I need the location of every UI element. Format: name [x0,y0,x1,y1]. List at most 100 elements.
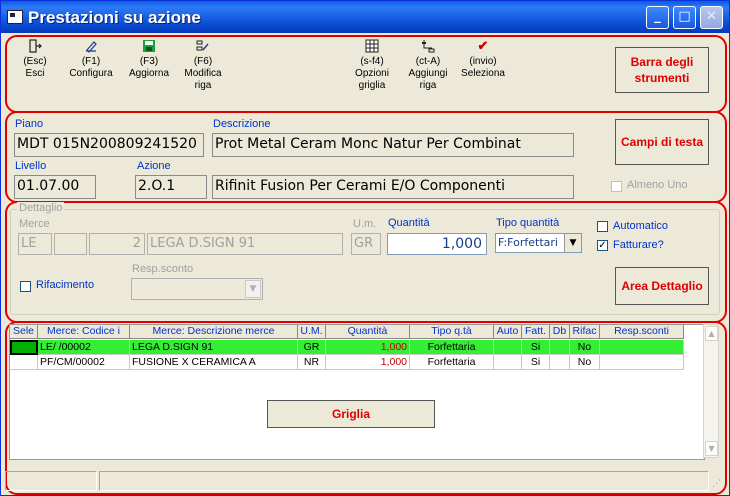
toolbar-add-row-button[interactable]: (ct-A) Aggiungi riga [401,39,455,92]
db-cell[interactable] [550,340,570,355]
tipo-cell[interactable]: Forfettaria [410,355,494,370]
tipo-quantita-select[interactable]: F:Forfettari ▼ [495,233,582,253]
azione-label: Azione [137,160,171,172]
status-bar: ⋰ [5,471,725,491]
descrizione-field[interactable]: Prot Metal Ceram Monc Natur Per Combinat [212,133,574,157]
close-button[interactable]: ✕ [700,6,723,29]
resp-cell[interactable] [600,355,684,370]
grid-vertical-scrollbar[interactable]: ▲ ▼ [703,324,719,458]
scroll-up-icon[interactable]: ▲ [705,326,718,341]
quantita-cell[interactable]: 1,000 [326,355,410,370]
resize-grip-icon[interactable]: ⋰ [712,479,721,489]
app-window-icon [7,10,23,24]
fatt-cell[interactable]: Si [522,355,550,370]
codice-cell[interactable]: LE/ /00002 [38,340,130,355]
um-field[interactable]: GR [351,233,381,255]
automatico-checkbox[interactable] [597,221,608,232]
resp-cell[interactable] [600,340,684,355]
tipo-cell[interactable]: Forfettaria [410,340,494,355]
toolbar-item-label: Opzioni griglia [355,68,389,91]
column-header[interactable]: U.M. [298,325,326,339]
toolbar-item-label: Modifica riga [184,68,222,91]
column-header[interactable]: Rifac [570,325,600,339]
merce-label: Merce [19,218,50,230]
toolbar-item-key: (invio) [469,56,497,67]
table-row[interactable]: LE/ /00002 LEGA D.SIGN 91 GR 1,000 Forfe… [10,340,684,355]
fatturare-checkbox[interactable]: ✓ [597,240,608,251]
merce-code-1-field[interactable]: LE [18,233,52,255]
callout-toolbar: Barra degli strumenti [615,47,709,93]
piano-label: Piano [15,118,44,130]
row-selector-cell[interactable] [10,355,38,370]
table-row[interactable]: PF/CM/00002 FUSIONE X CERAMICA A NR 1,00… [10,355,684,370]
toolbar-item-label: Seleziona [461,68,505,79]
chevron-down-icon[interactable]: ▼ [564,234,581,252]
descrizione-label: Descrizione [213,118,271,130]
edit-row-icon [179,39,227,53]
db-cell[interactable] [550,355,570,370]
resp-sconto-select[interactable]: ▼ [131,278,263,300]
toolbar-exit-button[interactable]: (Esc) Esci [13,39,57,80]
livello-field[interactable]: 01.07.00 [14,175,96,199]
livello-label: Livello [15,160,47,172]
scroll-down-icon[interactable]: ▼ [705,441,718,456]
minimize-button[interactable]: _ [646,6,669,29]
status-panel [5,471,97,491]
add-row-icon [401,39,455,53]
toolbar-grid-options-button[interactable]: (s-f4) Opzioni griglia [347,39,397,92]
column-header[interactable]: Fatt. [522,325,550,339]
almeno-uno-label: Almeno Uno [627,179,688,191]
data-grid[interactable]: Sele Merce: Codice i Merce: Descrizione … [9,324,705,460]
almeno-uno-checkbox[interactable] [611,181,622,192]
column-header[interactable]: Auto [494,325,522,339]
toolbar-select-button[interactable]: ✔ (invio) Seleziona [457,39,509,80]
descrizione-cell[interactable]: LEGA D.SIGN 91 [130,340,298,355]
auto-cell[interactable] [494,355,522,370]
fatt-cell[interactable]: Si [522,340,550,355]
rifac-cell[interactable]: No [570,340,600,355]
column-header[interactable]: Db [550,325,570,339]
automatico-label: Automatico [613,220,669,232]
um-cell[interactable]: GR [298,340,326,355]
merce-code-3-field[interactable]: 2 [89,233,145,255]
toolbar-item-label: Configura [69,68,113,79]
callout-detail: Area Dettaglio [615,267,709,305]
chevron-down-icon[interactable]: ▼ [245,280,261,298]
toolbar-item-key: (ct-A) [415,56,441,67]
toolbar-configure-button[interactable]: (F1) Configura [63,39,119,80]
merce-description-field[interactable]: LEGA D.SIGN 91 [147,233,343,255]
azione-description-field[interactable]: Rifinit Fusion Per Cerami E/O Componenti [212,175,574,199]
status-panel [99,471,709,491]
tipo-quantita-label: Tipo quantità [496,217,560,229]
toolbar-save-button[interactable]: (F3) Aggiorna [123,39,175,80]
descrizione-cell[interactable]: FUSIONE X CERAMICA A [130,355,298,370]
column-header[interactable]: Tipo q.tà [410,325,494,339]
rifac-cell[interactable]: No [570,355,600,370]
rifacimento-checkbox[interactable] [20,281,31,292]
quantita-label: Quantità [388,217,430,229]
toolbar-item-key: (Esc) [23,56,47,67]
fatturare-label: Fatturare? [613,239,664,251]
column-header[interactable]: Quantità [326,325,410,339]
column-header[interactable]: Merce: Codice i [38,325,130,339]
tipo-quantita-value: F:Forfettari [498,236,558,249]
quantita-cell[interactable]: 1,000 [326,340,410,355]
quantita-input[interactable]: 1,000 [387,233,487,255]
grid-options-icon [347,39,397,53]
toolbar-item-label: Esci [25,68,45,79]
auto-cell[interactable] [494,340,522,355]
merce-code-2-field[interactable] [54,233,87,255]
detail-legend: Dettaglio [17,202,65,214]
toolbar-edit-row-button[interactable]: (F6) Modifica riga [179,39,227,92]
maximize-button[interactable]: □ [673,6,696,29]
column-header[interactable]: Sele [10,325,38,339]
codice-cell[interactable]: PF/CM/00002 [38,355,130,370]
column-header[interactable]: Merce: Descrizione merce [130,325,298,339]
row-selector-cell[interactable] [10,340,38,355]
title-bar[interactable]: Prestazioni su azione _ □ ✕ [1,1,729,33]
column-header[interactable]: Resp.sconti [600,325,684,339]
piano-field[interactable]: MDT 015N200809241520 [14,133,204,157]
toolbar-item-key: (s-f4) [360,56,384,67]
um-cell[interactable]: NR [298,355,326,370]
azione-field[interactable]: 2.O.1 [135,175,207,199]
